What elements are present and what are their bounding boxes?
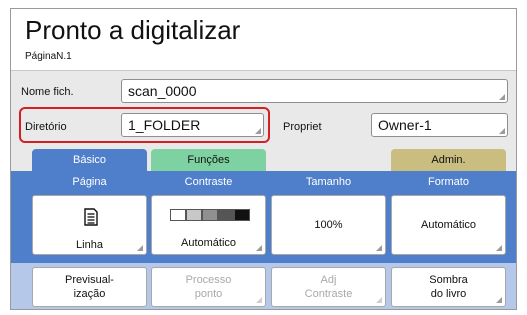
book-shadow-label-line2: do livro xyxy=(430,288,467,300)
page-number: PáginaN.1 xyxy=(25,51,72,62)
corner-mark-icon xyxy=(496,245,502,251)
file-name-value: scan_0000 xyxy=(128,83,197,99)
contrast-button-label: Automático xyxy=(180,237,237,249)
preview-button[interactable]: Previsual- ização xyxy=(32,267,147,307)
format-column-label: Formato xyxy=(428,176,469,188)
corner-mark-icon xyxy=(499,128,505,134)
corner-mark-icon xyxy=(496,297,502,303)
adj-contrast-label-line2: Contraste xyxy=(304,288,353,300)
directory-highlight xyxy=(19,107,270,143)
contrast-level-bar xyxy=(218,209,234,221)
tab-functions[interactable]: Funções xyxy=(151,149,266,171)
preview-label-line1: Previsual- xyxy=(65,274,114,286)
owner-value: Owner-1 xyxy=(378,117,432,133)
corner-mark-icon xyxy=(376,297,382,303)
size-button[interactable]: 100% xyxy=(271,195,386,255)
corner-mark-icon xyxy=(499,94,505,100)
format-button[interactable]: Automático xyxy=(391,195,506,255)
contrast-level-bar xyxy=(234,209,250,221)
contrast-button[interactable]: Automático xyxy=(151,195,266,255)
book-shadow-label-line1: Sombra xyxy=(429,274,468,286)
scanner-panel: Pronto a digitalizar PáginaN.1 Nome fich… xyxy=(10,8,517,310)
contrast-level-bar xyxy=(186,209,202,221)
contrast-column-label: Contraste xyxy=(184,176,233,188)
dot-process-label-line2: ponto xyxy=(194,288,223,300)
preview-label-line2: ização xyxy=(73,288,106,300)
corner-mark-icon xyxy=(256,245,262,251)
contrast-level-bar xyxy=(202,209,218,221)
corner-mark-icon xyxy=(137,245,143,251)
document-lines-icon xyxy=(84,208,98,226)
tab-basic[interactable]: Básico xyxy=(32,149,147,171)
corner-mark-icon xyxy=(256,297,262,303)
dot-process-label-line1: Processo xyxy=(185,274,232,286)
owner-field[interactable]: Owner-1 xyxy=(371,113,508,137)
corner-mark-icon xyxy=(376,245,382,251)
size-button-label: 100% xyxy=(314,219,343,231)
tab-admin[interactable]: Admin. xyxy=(391,149,506,171)
status-header: Pronto a digitalizar PáginaN.1 xyxy=(11,9,516,71)
file-name-label: Nome fich. xyxy=(21,86,74,98)
owner-label: Propriet xyxy=(283,121,322,133)
file-name-field[interactable]: scan_0000 xyxy=(121,79,508,103)
page-button-label: Linha xyxy=(76,239,103,251)
book-shadow-button[interactable]: Sombra do livro xyxy=(391,267,506,307)
format-button-label: Automático xyxy=(420,219,477,231)
page-title: Pronto a digitalizar xyxy=(25,15,241,45)
adj-contrast-button[interactable]: Adj Contraste xyxy=(271,267,386,307)
page-column-label: Página xyxy=(72,176,107,188)
page-button[interactable]: Linha xyxy=(32,195,147,255)
contrast-level-bar xyxy=(170,209,186,221)
size-column-label: Tamanho xyxy=(305,176,352,188)
dot-process-button[interactable]: Processo ponto xyxy=(151,267,266,307)
adj-contrast-label-line1: Adj xyxy=(320,274,337,286)
